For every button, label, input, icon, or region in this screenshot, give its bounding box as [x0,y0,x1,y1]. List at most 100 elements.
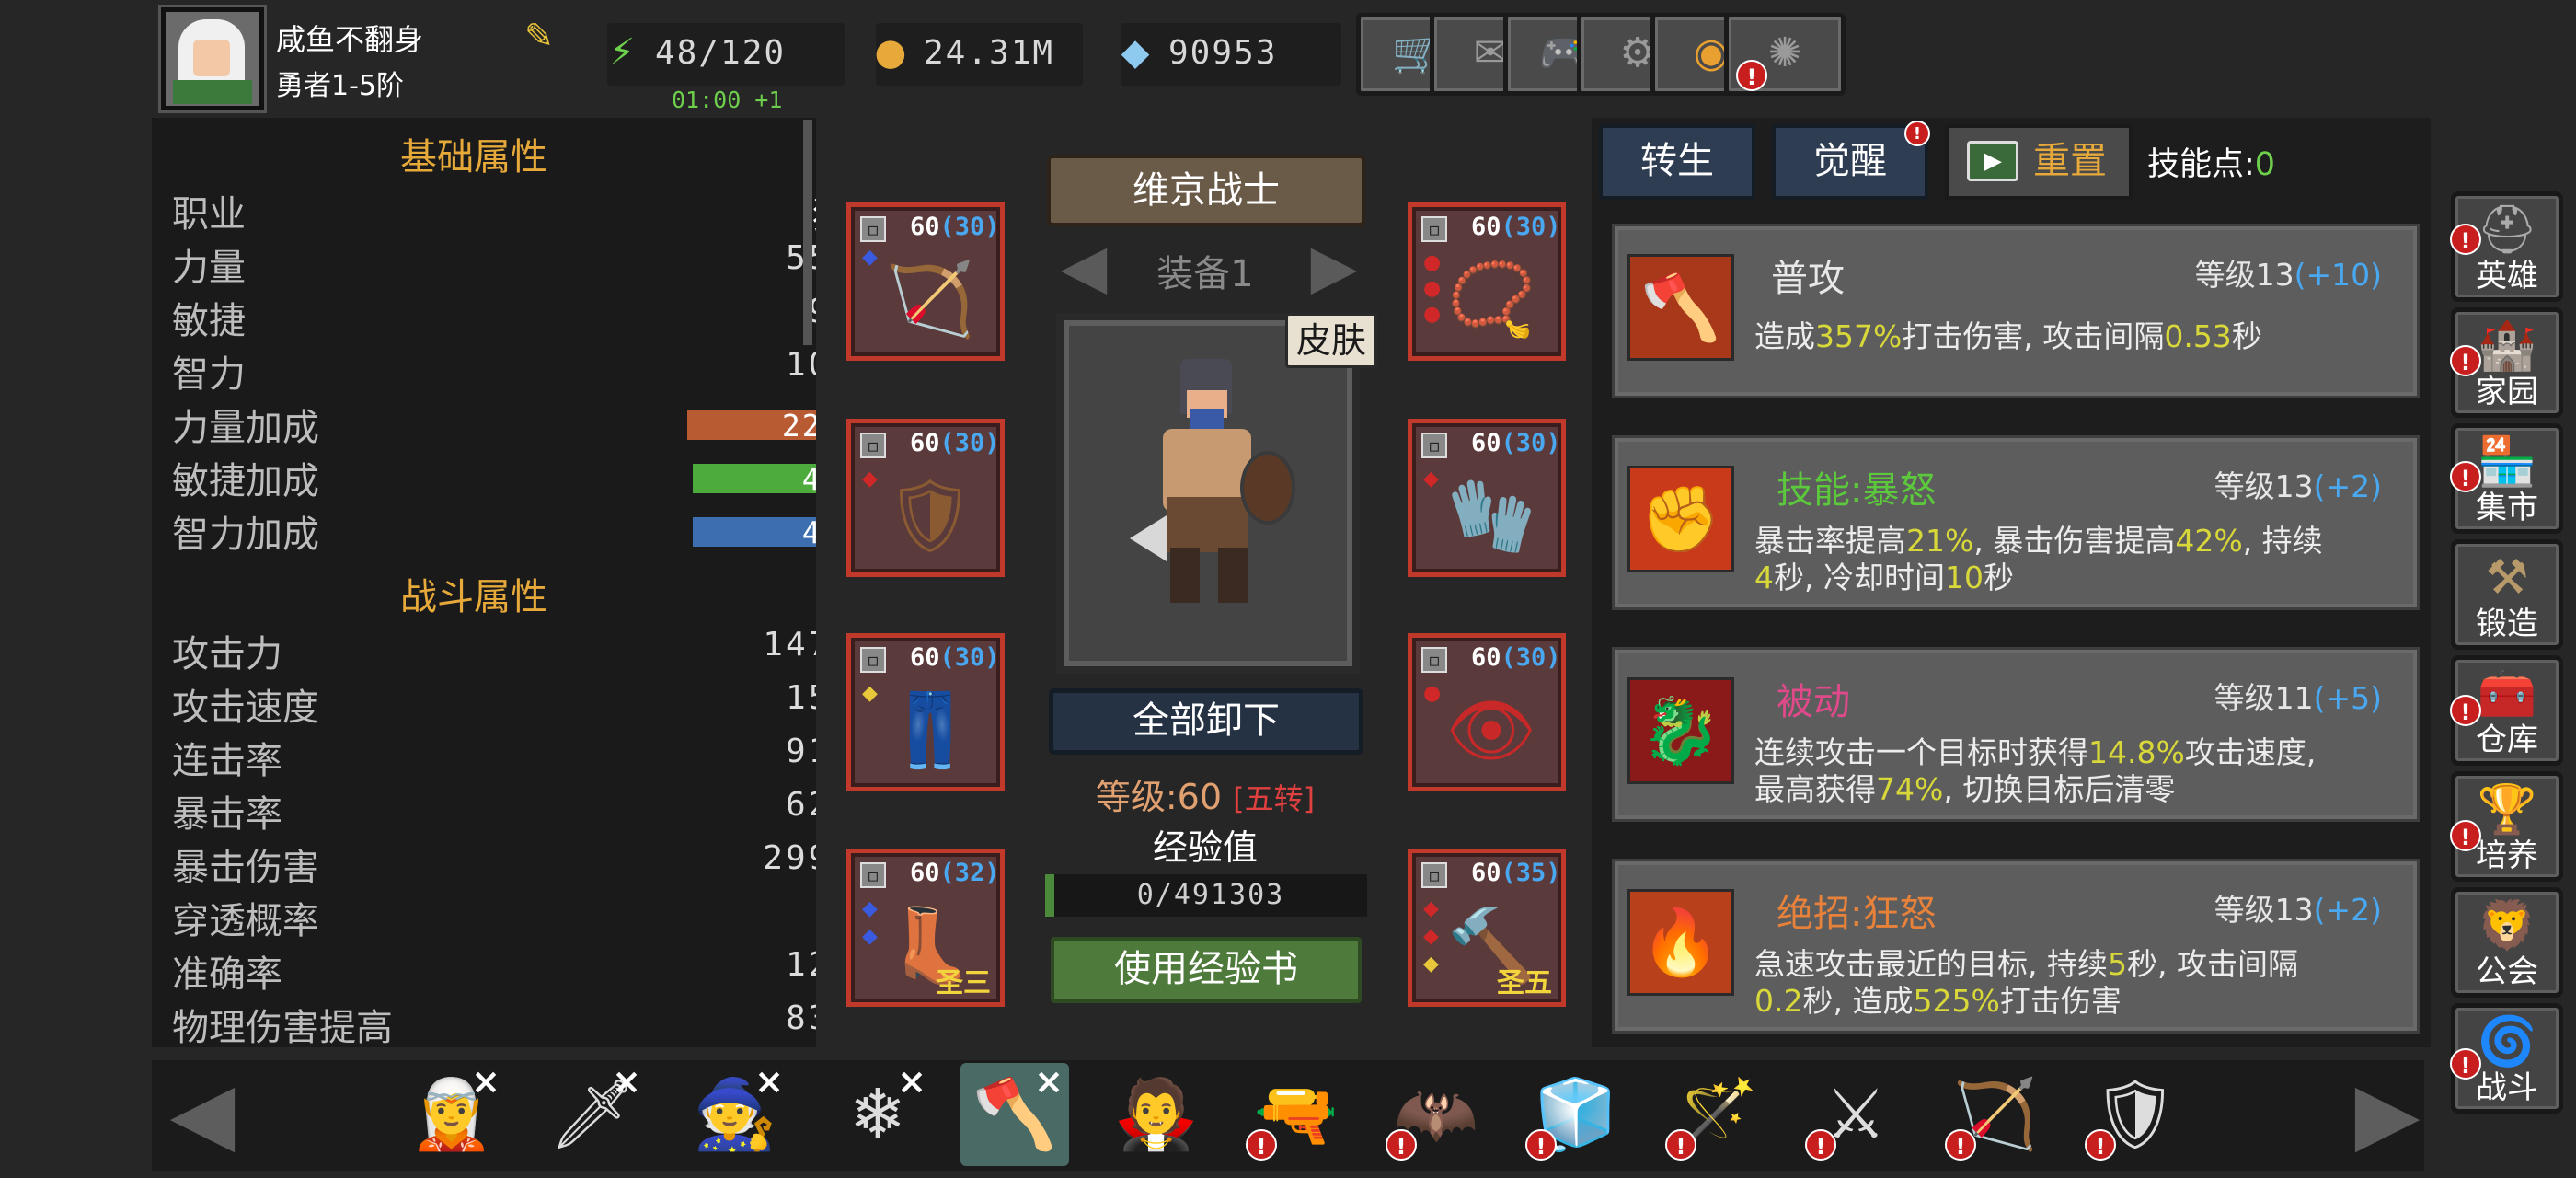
stat-row: 暴击伤害299.04% [172,837,816,891]
skill-card-basic-attack[interactable]: 🪓 普攻 等级13(+10) 造成357%打击伤害, 攻击间隔0.53秒 [1612,224,2420,398]
roster-hero-sorceress[interactable]: 🧛 [1102,1063,1211,1166]
roster-next-arrow[interactable]: ▶ [2337,1068,2438,1160]
unequip-all-button[interactable]: 全部卸下 [1049,688,1363,755]
skill-level-bonus: (+2) [2313,892,2382,928]
roster-hero-swordsman[interactable]: 🗡 × [538,1063,647,1166]
stats-scrollbar[interactable] [803,120,812,345]
skill-card-ultimate[interactable]: 🔥 绝招:狂怒 等级13(+2) 急速攻击最近的目标, 持续5秒, 攻击间隔 0.… [1612,859,2420,1034]
stat-row: 智力102437 [172,344,816,398]
gear-slot-pants[interactable]: ▫ 60(30) ◆ 👖 [846,633,1005,791]
skill-points-label: 技能点: [2147,146,2255,183]
gear-slot-offhand[interactable]: ▫ 60(35) ◆ ◆ ◆ 🔨 圣五 [1408,849,1566,1007]
skill-name: 技能:暴怒 [1777,469,1937,512]
gear-slot-armor[interactable]: ▫ 60(30) ◆ 🛡 [846,419,1005,577]
gear-slot-ring[interactable]: ▫ 60(30) ● 👁 [1408,633,1566,791]
skill-desc-text: 打击伤害, 攻击间隔 [1902,318,2165,354]
skill-description: 造成357%打击伤害, 攻击间隔0.53秒 [1754,318,2398,355]
next-equip-set-arrow[interactable]: ▶ [1288,235,1380,299]
alert-badge: ! [1386,1129,1417,1161]
stat-row: 准确率129.5% [172,944,816,998]
gear-level-sub: (30) [939,429,1000,457]
skill-desc-value: 14.8% [2088,734,2185,770]
roster-hero-ranger[interactable]: 🏹! [1941,1063,2050,1166]
diamond-value: 90953 [1168,34,1278,72]
roster-prev-arrow[interactable]: ◀ [152,1068,253,1160]
roster-hero-vampire[interactable]: 🦇! [1382,1063,1490,1166]
alert-badge: ! [2450,224,2481,255]
armor-item-icon: 🛡 [884,475,976,558]
gear-level-sub: (30) [1501,429,1561,457]
roster-hero-viking[interactable]: 🪓 × [960,1063,1069,1166]
fireworks-icon: ✺ [1767,29,1802,76]
skill-desc-value: 5 [2107,946,2127,982]
hero-state-mark: × [612,1061,641,1102]
skill-card-rage[interactable]: ✊ 技能:暴怒 等级13(+2) 暴击率提高21%, 暴击伤害提高42%, 持续… [1612,435,2420,610]
reset-label: 重置 [2033,140,2107,182]
gear-tier-tag: 圣五 [1497,967,1552,999]
skill-desc-text: 造成 [1754,318,1815,354]
player-avatar[interactable] [158,5,267,113]
gear-level-value: 60 [910,859,940,887]
gear-level-value: 60 [910,643,940,672]
edit-name-icon[interactable]: ✎ [524,17,563,55]
reset-button[interactable]: ▶ 重置 [1945,124,2133,200]
awaken-tab[interactable]: 觉醒 ! [1772,121,1930,200]
nav-hero[interactable]: ⛑ 英雄 ! [2450,191,2563,302]
roster-hero-ice-mage[interactable]: ❄ × [823,1063,932,1166]
skill-name: 绝招:狂怒 [1777,893,1937,935]
gear-slot-weapon[interactable]: ▫ 60(30) ◆ 🏹 [846,202,1005,361]
roster-hero-wizard[interactable]: 🪄! [1662,1063,1770,1166]
skin-button[interactable]: 皮肤 [1285,313,1377,368]
stat-value: 553990 [785,239,816,277]
nav-forge[interactable]: ⚒ 锻造 [2451,539,2563,650]
bonus-row: 力量加成 220.68% [172,398,816,451]
nav-home[interactable]: 🏰 家园 ! [2450,307,2563,418]
roster-hero-knight[interactable]: ⚔! [1801,1063,1910,1166]
skill-desc-text: 秒 [1983,560,2014,595]
gear-slot-boots[interactable]: ▫ 60(32) ◆ ◆ 👢 圣三 [846,849,1005,1007]
lock-icon: ▫ [1421,647,1447,673]
nav-warehouse[interactable]: 🧰 仓库 ! [2450,655,2563,766]
stat-value: 62.24% [785,786,816,824]
necklace-item-icon: 📿 [1446,259,1536,341]
roster-hero-archer[interactable]: 🧝 × [397,1063,506,1166]
bow-item-icon: 🏹 [885,259,975,341]
stat-value: 0% [172,893,816,930]
nav-label: 公会 [2476,953,2538,990]
roster-hero-dark-knight[interactable]: 🛡! [2081,1063,2190,1166]
gauntlet-item-icon: 🧤 [1446,475,1536,558]
skill-desc-text: 连续攻击一个目标时获得 [1754,734,2088,770]
alert-badge: ! [1945,1129,1976,1161]
alert-badge: ! [2085,1129,2116,1161]
stat-value: 83.82% [785,999,816,1037]
gear-slot-necklace[interactable]: ▫ 60(30) ● ● ● 📿 [1408,202,1566,361]
skill-desc-text: , 持续 [2242,523,2323,559]
skill-desc-text: , 暴击伤害提高 [1973,523,2176,559]
fireworks-button[interactable]: ✺ ! [1724,13,1846,96]
alert-badge: ! [2450,1048,2481,1080]
viking-warrior-sprite [1130,359,1295,617]
gear-level: 60(30) [910,643,1000,672]
nav-battle[interactable]: 🌀 战斗 ! [2450,1003,2563,1114]
gear-slot-gloves[interactable]: ▫ 60(30) ◆ 🧤 [1408,419,1566,577]
roster-hero-frost-queen[interactable]: 🧊! [1522,1063,1630,1166]
gear-level-sub: (35) [1501,859,1561,887]
nav-train[interactable]: 🏆 培养 ! [2450,771,2563,882]
roster-hero-amazon[interactable]: 🧙 × [681,1063,789,1166]
rebirth-tab[interactable]: 转生 [1599,124,1755,200]
diamond-icon: ◆ [1121,31,1150,74]
stat-label: 智力加成 [172,514,319,556]
hero-level-value: 等级:60 [1095,777,1223,817]
energy-timer: 01:00 +1 [672,87,783,113]
lock-icon: ▫ [1421,862,1447,888]
stat-row: 力量553990 [172,237,816,291]
roster-hero-gunner[interactable]: 🔫! [1242,1063,1351,1166]
use-exp-book-button[interactable]: 使用经验书 [1051,937,1362,1003]
strength-bonus-bar: 220.68% [687,408,816,444]
nav-market[interactable]: 🏪 集市 ! [2450,423,2563,534]
nav-guild[interactable]: 🦁 公会 [2451,887,2563,998]
skill-desc-text: 暴击率提高 [1754,523,1906,559]
skill-card-passive[interactable]: 🐉 被动 等级11(+5) 连续攻击一个目标时获得14.8%攻击速度, 最高获得7… [1612,647,2420,822]
alert-badge: ! [1904,121,1930,146]
energy-value: 48/120 [655,34,787,72]
